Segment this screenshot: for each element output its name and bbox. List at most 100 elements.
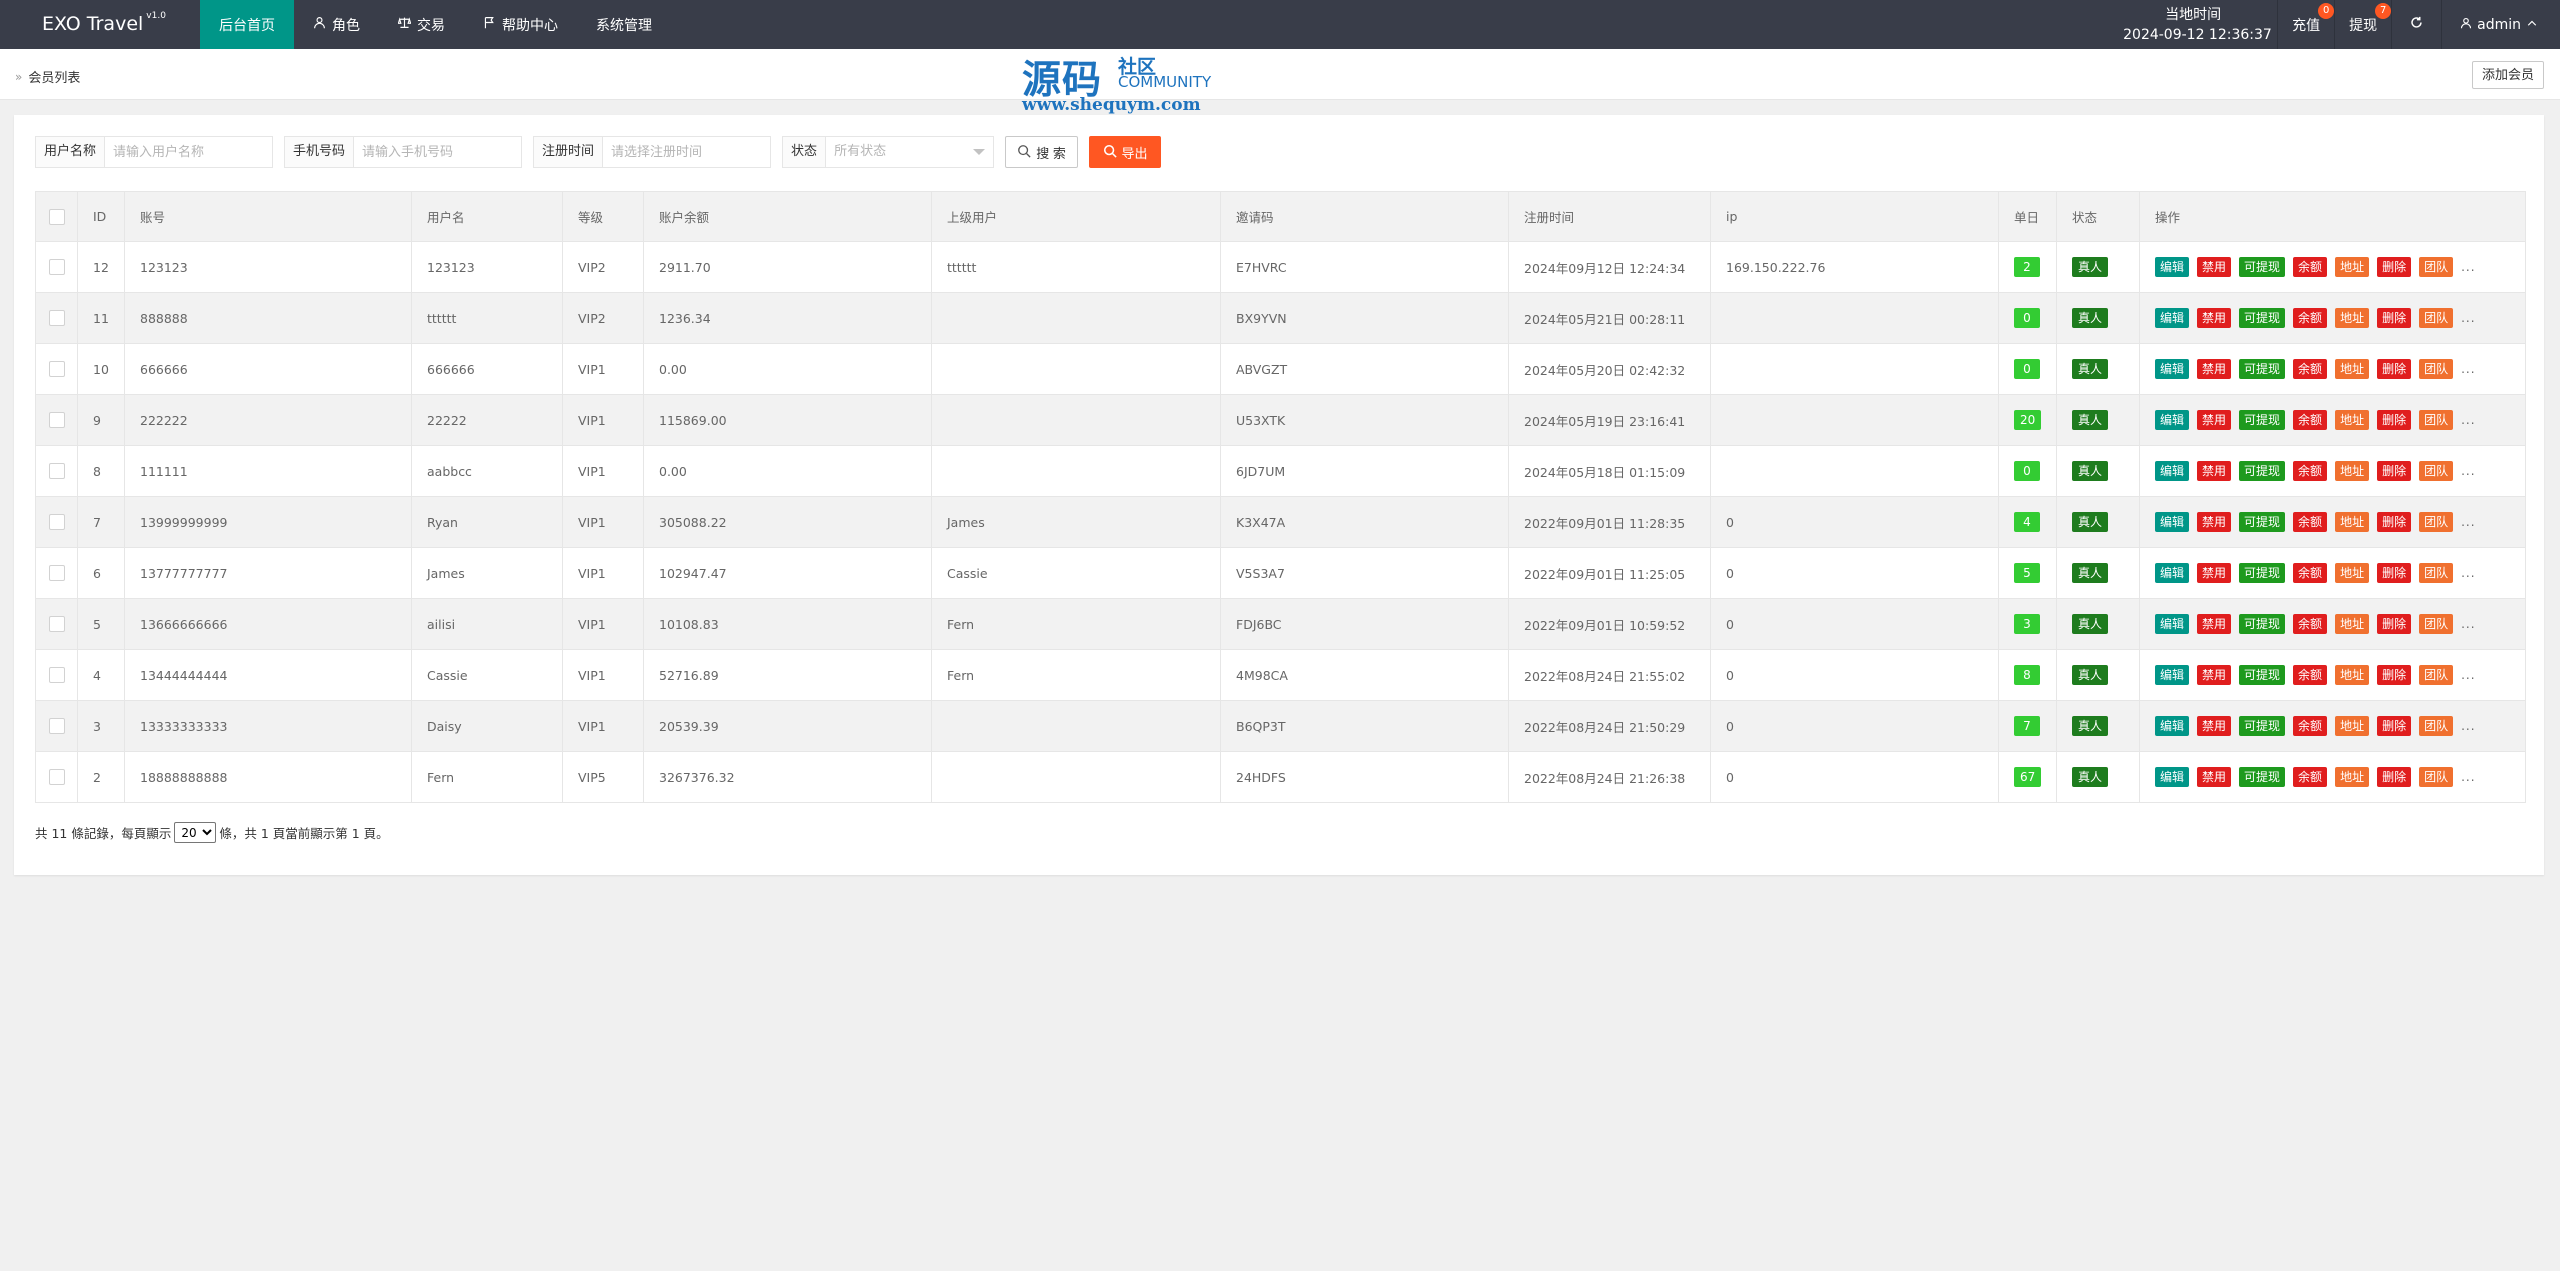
regtime-input[interactable] <box>603 137 771 167</box>
edit-button[interactable]: 编辑 <box>2155 461 2190 481</box>
team-button[interactable]: 团队 <box>2419 716 2454 736</box>
balance-button[interactable]: 余额 <box>2293 461 2328 481</box>
delete-button[interactable]: 删除 <box>2377 716 2412 736</box>
withdrawable-button[interactable]: 可提现 <box>2239 308 2286 328</box>
withdrawable-button[interactable]: 可提现 <box>2239 716 2286 736</box>
withdrawable-button[interactable]: 可提现 <box>2239 359 2286 379</box>
address-button[interactable]: 地址 <box>2335 716 2370 736</box>
delete-button[interactable]: 删除 <box>2377 512 2412 532</box>
delete-button[interactable]: 删除 <box>2377 257 2412 277</box>
more-actions-button[interactable]: ... <box>2461 719 2475 733</box>
more-actions-button[interactable]: ... <box>2461 617 2475 631</box>
more-actions-button[interactable]: ... <box>2461 413 2475 427</box>
withdraw-button[interactable]: 提现 7 <box>2335 0 2392 49</box>
balance-button[interactable]: 余额 <box>2293 716 2328 736</box>
address-button[interactable]: 地址 <box>2335 410 2370 430</box>
row-checkbox[interactable] <box>48 259 65 276</box>
delete-button[interactable]: 删除 <box>2377 308 2412 328</box>
delete-button[interactable]: 删除 <box>2377 410 2412 430</box>
row-checkbox[interactable] <box>48 769 65 786</box>
row-checkbox[interactable] <box>48 565 65 582</box>
withdrawable-button[interactable]: 可提现 <box>2239 257 2286 277</box>
withdrawable-button[interactable]: 可提现 <box>2239 665 2286 685</box>
recharge-button[interactable]: 充值 0 <box>2278 0 2335 49</box>
withdrawable-button[interactable]: 可提现 <box>2239 563 2286 583</box>
withdrawable-button[interactable]: 可提现 <box>2239 461 2286 481</box>
address-button[interactable]: 地址 <box>2335 563 2370 583</box>
row-checkbox[interactable] <box>48 718 65 735</box>
withdrawable-button[interactable]: 可提现 <box>2239 512 2286 532</box>
status-select[interactable]: 所有状态 <box>826 137 993 167</box>
row-checkbox[interactable] <box>48 463 65 480</box>
address-button[interactable]: 地址 <box>2335 461 2370 481</box>
edit-button[interactable]: 编辑 <box>2155 614 2190 634</box>
team-button[interactable]: 团队 <box>2419 410 2454 430</box>
search-button[interactable]: 搜 索 <box>1005 136 1079 168</box>
user-menu[interactable]: admin <box>2442 0 2560 49</box>
disable-button[interactable]: 禁用 <box>2197 257 2232 277</box>
team-button[interactable]: 团队 <box>2419 665 2454 685</box>
withdrawable-button[interactable]: 可提现 <box>2239 410 2286 430</box>
address-button[interactable]: 地址 <box>2335 257 2370 277</box>
balance-button[interactable]: 余额 <box>2293 512 2328 532</box>
row-checkbox[interactable] <box>48 514 65 531</box>
more-actions-button[interactable]: ... <box>2461 668 2475 682</box>
more-actions-button[interactable]: ... <box>2461 566 2475 580</box>
disable-button[interactable]: 禁用 <box>2197 665 2232 685</box>
edit-button[interactable]: 编辑 <box>2155 563 2190 583</box>
balance-button[interactable]: 余额 <box>2293 563 2328 583</box>
disable-button[interactable]: 禁用 <box>2197 614 2232 634</box>
per-page-select[interactable]: 20 <box>174 822 217 843</box>
withdrawable-button[interactable]: 可提现 <box>2239 767 2286 787</box>
balance-button[interactable]: 余额 <box>2293 614 2328 634</box>
address-button[interactable]: 地址 <box>2335 614 2370 634</box>
address-button[interactable]: 地址 <box>2335 767 2370 787</box>
disable-button[interactable]: 禁用 <box>2197 563 2232 583</box>
disable-button[interactable]: 禁用 <box>2197 512 2232 532</box>
delete-button[interactable]: 删除 <box>2377 359 2412 379</box>
edit-button[interactable]: 编辑 <box>2155 767 2190 787</box>
nav-item-roles[interactable]: 角色 <box>294 0 379 49</box>
delete-button[interactable]: 删除 <box>2377 563 2412 583</box>
balance-button[interactable]: 余额 <box>2293 308 2328 328</box>
delete-button[interactable]: 删除 <box>2377 665 2412 685</box>
balance-button[interactable]: 余额 <box>2293 665 2328 685</box>
disable-button[interactable]: 禁用 <box>2197 716 2232 736</box>
address-button[interactable]: 地址 <box>2335 359 2370 379</box>
team-button[interactable]: 团队 <box>2419 308 2454 328</box>
username-input[interactable] <box>105 137 273 167</box>
more-actions-button[interactable]: ... <box>2461 260 2475 274</box>
more-actions-button[interactable]: ... <box>2461 464 2475 478</box>
delete-button[interactable]: 删除 <box>2377 614 2412 634</box>
team-button[interactable]: 团队 <box>2419 767 2454 787</box>
nav-item-trade[interactable]: 交易 <box>379 0 464 49</box>
disable-button[interactable]: 禁用 <box>2197 308 2232 328</box>
address-button[interactable]: 地址 <box>2335 308 2370 328</box>
more-actions-button[interactable]: ... <box>2461 770 2475 784</box>
nav-item-help[interactable]: 帮助中心 <box>464 0 577 49</box>
row-checkbox[interactable] <box>48 667 65 684</box>
balance-button[interactable]: 余额 <box>2293 410 2328 430</box>
app-logo[interactable]: EXO Travel v1.0 <box>42 11 166 35</box>
row-checkbox[interactable] <box>48 361 65 378</box>
more-actions-button[interactable]: ... <box>2461 362 2475 376</box>
row-checkbox[interactable] <box>48 616 65 633</box>
balance-button[interactable]: 余额 <box>2293 767 2328 787</box>
edit-button[interactable]: 编辑 <box>2155 257 2190 277</box>
row-checkbox[interactable] <box>48 310 65 327</box>
withdrawable-button[interactable]: 可提现 <box>2239 614 2286 634</box>
edit-button[interactable]: 编辑 <box>2155 716 2190 736</box>
edit-button[interactable]: 编辑 <box>2155 359 2190 379</box>
select-all-checkbox[interactable] <box>35 191 78 242</box>
edit-button[interactable]: 编辑 <box>2155 308 2190 328</box>
disable-button[interactable]: 禁用 <box>2197 410 2232 430</box>
nav-item-dashboard[interactable]: 后台首页 <box>200 0 294 49</box>
checkbox[interactable] <box>48 208 65 225</box>
balance-button[interactable]: 余额 <box>2293 257 2328 277</box>
delete-button[interactable]: 删除 <box>2377 767 2412 787</box>
more-actions-button[interactable]: ... <box>2461 515 2475 529</box>
delete-button[interactable]: 删除 <box>2377 461 2412 481</box>
address-button[interactable]: 地址 <box>2335 665 2370 685</box>
team-button[interactable]: 团队 <box>2419 257 2454 277</box>
refresh-button[interactable] <box>2392 0 2441 49</box>
